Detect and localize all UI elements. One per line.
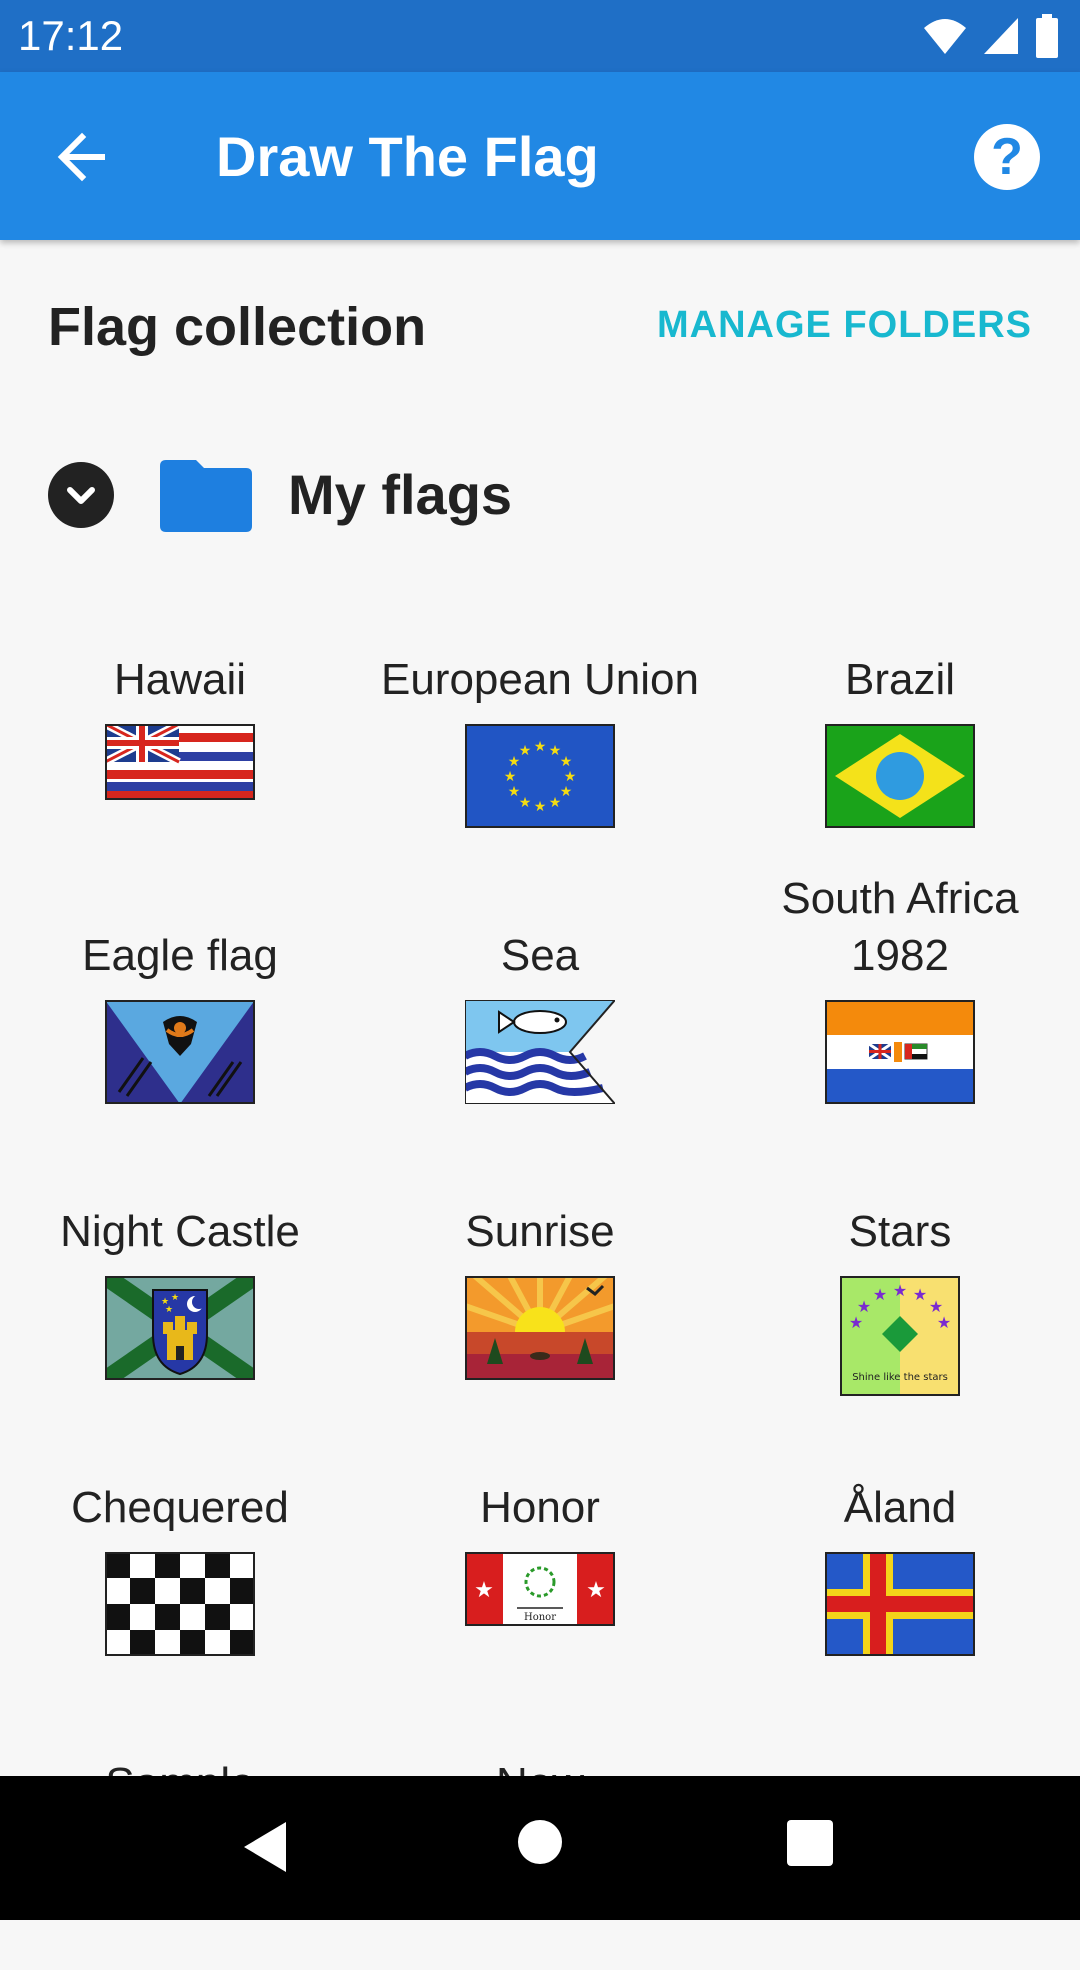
- flag-item-sea[interactable]: Sea: [360, 866, 720, 1142]
- south-africa-flag-icon: [825, 1000, 975, 1104]
- flag-name: Hawaii: [113, 655, 247, 704]
- flag-item-stars[interactable]: Stars ★ ★ ★ ★ ★ ★ ★ Shine like the stars: [720, 1142, 1080, 1418]
- svg-text:★: ★: [560, 784, 573, 800]
- status-bar: 17:12: [0, 0, 1080, 72]
- svg-text:★: ★: [534, 739, 547, 755]
- svg-text:★: ★: [873, 1285, 887, 1304]
- status-icons: [922, 14, 1060, 58]
- manage-folders-button[interactable]: MANAGE FOLDERS: [657, 304, 1032, 347]
- stars-flag-motto: Shine like the stars: [852, 1372, 948, 1383]
- flag-item-european-union[interactable]: European Union ★ ★ ★ ★ ★ ★ ★ ★ ★ ★ ★ ★: [360, 590, 720, 866]
- nav-home-icon[interactable]: [518, 1820, 562, 1864]
- flag-name: European Union: [380, 655, 699, 704]
- svg-text:★: ★: [586, 1578, 606, 1603]
- collapse-folder-button[interactable]: [48, 462, 114, 528]
- flag-name: Brazil: [844, 655, 956, 704]
- flag-name: South Africa 1982: [781, 874, 1019, 980]
- status-time: 17:12: [18, 12, 124, 59]
- svg-text:★: ★: [937, 1313, 951, 1332]
- flag-item-sunrise[interactable]: Sunrise: [360, 1142, 720, 1418]
- flag-item-chequered[interactable]: Chequered: [0, 1418, 360, 1694]
- svg-text:★: ★: [893, 1281, 907, 1300]
- flag-name: Stars: [848, 1207, 952, 1256]
- flag-name: Night Castle: [60, 1207, 300, 1256]
- flag-item-brazil[interactable]: Brazil: [720, 590, 1080, 866]
- flag-name: Eagle flag: [82, 931, 278, 980]
- chequered-flag-icon: [105, 1552, 255, 1656]
- section-title: Flag collection: [48, 297, 427, 357]
- flag-item-honor[interactable]: Honor ★ ★ Honor: [360, 1418, 720, 1694]
- flag-name: Honor: [480, 1483, 600, 1532]
- svg-text:★: ★: [474, 1578, 494, 1603]
- flag-name: Chequered: [71, 1483, 289, 1532]
- battery-icon: [1036, 14, 1058, 58]
- flag-item-south-africa-1982[interactable]: South Africa 1982: [720, 866, 1080, 1142]
- app-title: Draw The Flag: [216, 125, 599, 188]
- svg-text:★: ★: [913, 1285, 927, 1304]
- flag-item-night-castle[interactable]: Night Castle ★ ★ ★: [0, 1142, 360, 1418]
- honor-flag-motto: Honor: [524, 1612, 556, 1623]
- app-bar: Draw The Flag ?: [0, 72, 1080, 240]
- nav-recents-icon[interactable]: [787, 1820, 833, 1866]
- svg-text:★: ★: [519, 743, 532, 759]
- cell-signal-icon: [984, 18, 1018, 54]
- stars-flag-icon: ★★★ ★ ★★★ Shine like the stars: [840, 1276, 960, 1396]
- svg-text:★: ★: [857, 1297, 871, 1316]
- back-arrow-icon: [57, 132, 105, 182]
- eu-flag-icon: ★ ★★ ★★★ ★★★ ★★★: [465, 724, 615, 828]
- chevron-down-icon: [67, 487, 95, 504]
- night-castle-flag-icon: ★ ★★: [105, 1276, 255, 1380]
- flag-name: Sunrise: [465, 1207, 615, 1256]
- svg-text:★: ★: [560, 754, 573, 770]
- help-button[interactable]: ?: [974, 124, 1040, 190]
- hawaii-flag-icon: [105, 724, 255, 800]
- wifi-icon: [924, 19, 966, 54]
- svg-text:★: ★: [504, 769, 517, 785]
- flag-item-eagle-flag[interactable]: Eagle flag: [0, 866, 360, 1142]
- sea-flag-icon: [465, 1000, 615, 1104]
- svg-text:★: ★: [171, 1293, 179, 1303]
- svg-text:★: ★: [165, 1305, 173, 1315]
- svg-text:★: ★: [508, 784, 521, 800]
- svg-text:★: ★: [534, 799, 547, 815]
- navigation-bar: [0, 1776, 1080, 1920]
- honor-flag-icon: ★ ★ Honor: [465, 1552, 615, 1626]
- back-button[interactable]: [50, 122, 120, 192]
- flag-item-hawaii[interactable]: Hawaii: [0, 590, 360, 866]
- flag-item-aland[interactable]: Åland: [720, 1418, 1080, 1694]
- nav-back-icon[interactable]: [240, 1820, 290, 1874]
- svg-text:★: ★: [564, 769, 577, 785]
- svg-text:★: ★: [519, 795, 532, 811]
- folder-icon: [160, 460, 252, 532]
- sunrise-flag-icon: [465, 1276, 615, 1380]
- folder-name: My flags: [288, 463, 513, 526]
- brazil-flag-icon: [825, 724, 975, 828]
- svg-text:★: ★: [549, 795, 562, 811]
- eagle-flag-icon: [105, 1000, 255, 1104]
- aland-flag-icon: [825, 1552, 975, 1656]
- flag-name: Sea: [500, 931, 580, 980]
- flag-name: Åland: [843, 1483, 957, 1532]
